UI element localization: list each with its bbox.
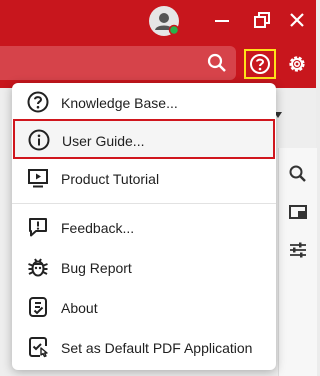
search-input[interactable] (0, 46, 236, 80)
menu-item-knowledge-base[interactable]: Knowledge Base... (12, 83, 276, 123)
search-icon[interactable] (284, 160, 312, 188)
default-app-icon (26, 335, 50, 359)
panel-icon[interactable] (284, 198, 312, 226)
user-avatar-icon[interactable] (148, 5, 180, 37)
menu-item-label: User Guide... (62, 133, 145, 149)
close-icon[interactable] (283, 6, 311, 34)
menu-item-label: Feedback... (61, 220, 135, 236)
menu-item-label: Bug Report (61, 260, 132, 276)
menu-item-feedback[interactable]: Feedback... (12, 208, 276, 248)
restore-icon[interactable] (248, 6, 276, 34)
feedback-icon (26, 215, 50, 239)
title-bar (0, 0, 316, 88)
menu-item-label: Product Tutorial (61, 171, 160, 187)
menu-item-product-tutorial[interactable]: Product Tutorial (12, 159, 276, 199)
info-circle-icon (27, 128, 51, 152)
menu-item-bug-report[interactable]: Bug Report (12, 248, 276, 288)
menu-item-about[interactable]: About (12, 288, 276, 328)
help-circle-icon (26, 90, 50, 114)
menu-divider (12, 203, 276, 204)
help-menu: Knowledge Base... User Guide... Product … (12, 83, 276, 370)
gear-icon[interactable] (283, 50, 311, 78)
bug-icon (26, 255, 50, 279)
sliders-icon[interactable] (284, 236, 312, 264)
help-button[interactable] (244, 49, 276, 79)
menu-item-label: Knowledge Base... (61, 95, 178, 111)
menu-item-set-default-pdf[interactable]: Set as Default PDF Application (12, 328, 276, 368)
minimize-icon[interactable] (208, 6, 236, 34)
right-panel (278, 148, 317, 376)
menu-item-user-guide[interactable]: User Guide... (13, 119, 275, 159)
help-icon (250, 54, 270, 74)
menu-item-label: About (61, 300, 98, 316)
video-tutorial-icon (26, 166, 50, 190)
menu-item-label: Set as Default PDF Application (61, 340, 253, 356)
about-icon (26, 295, 50, 319)
search-icon[interactable] (206, 52, 228, 74)
